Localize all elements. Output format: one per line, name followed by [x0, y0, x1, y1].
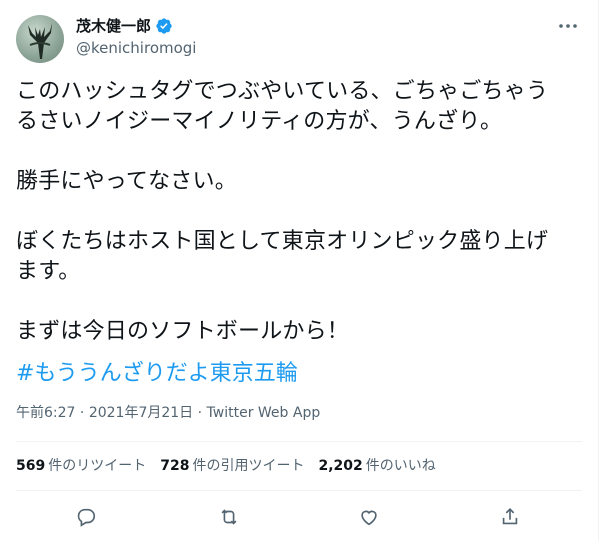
tweet-text: このハッシュタグでつぶやいている、ごちゃごちゃう るさいノイジーマイノリティの方… [16, 77, 586, 347]
divider [16, 490, 582, 491]
avatar-image [28, 23, 52, 59]
display-name[interactable]: 茂木健一郎 [76, 16, 151, 36]
tweet-source[interactable]: Twitter Web App [207, 405, 321, 421]
retweet-count-label: 件のリツイート [48, 458, 147, 474]
quote-count-label: 件の引用ツイート [192, 458, 305, 474]
hashtag-link[interactable]: #もううんざりだよ東京五輪 [16, 359, 298, 389]
like-count-link[interactable]: 2,202 件のいいね [318, 456, 435, 476]
share-icon[interactable] [497, 504, 523, 530]
author-handle[interactable]: @kenichiromogi [76, 38, 196, 58]
divider [16, 441, 582, 442]
retweet-count-link[interactable]: 569 件のリツイート [16, 456, 146, 476]
tweet-date[interactable]: 2021年7月21日 [89, 405, 193, 421]
quote-count: 728 [160, 458, 190, 474]
tweet-paragraph: 勝手にやってなさい。 [16, 169, 237, 194]
retweet-icon[interactable] [216, 504, 242, 530]
like-icon[interactable] [356, 504, 382, 530]
meta-separator: · [79, 405, 85, 421]
retweet-count: 569 [16, 458, 46, 474]
tweet-time[interactable]: 午前6:27 [16, 405, 75, 421]
tweet-card: 茂木健一郎 @kenichiromogi このハッシュタグでつぶやいている、ごち… [0, 0, 599, 541]
tweet-stats: 569 件のリツイート 728 件の引用ツイート 2,202 件のいいね [16, 456, 436, 476]
avatar[interactable] [16, 15, 64, 63]
like-count-label: 件のいいね [365, 458, 436, 474]
verified-badge-icon [155, 17, 173, 35]
tweet-paragraph: ぼくたちはホスト国として東京オリンピック盛り上げ ます。 [16, 229, 549, 284]
reply-icon[interactable] [73, 504, 99, 530]
tweet-actions [0, 502, 598, 532]
author-name-row[interactable]: 茂木健一郎 [76, 16, 173, 36]
tweet-paragraph: このハッシュタグでつぶやいている、ごちゃごちゃう るさいノイジーマイノリティの方… [16, 79, 549, 134]
like-count: 2,202 [318, 458, 363, 474]
more-options-icon[interactable] [556, 14, 580, 38]
meta-separator: · [197, 405, 203, 421]
tweet-meta: 午前6:27 · 2021年7月21日 · Twitter Web App [16, 403, 320, 423]
quote-count-link[interactable]: 728 件の引用ツイート [160, 456, 304, 476]
tweet-paragraph: まずは今日のソフトボールから！ [16, 319, 350, 344]
